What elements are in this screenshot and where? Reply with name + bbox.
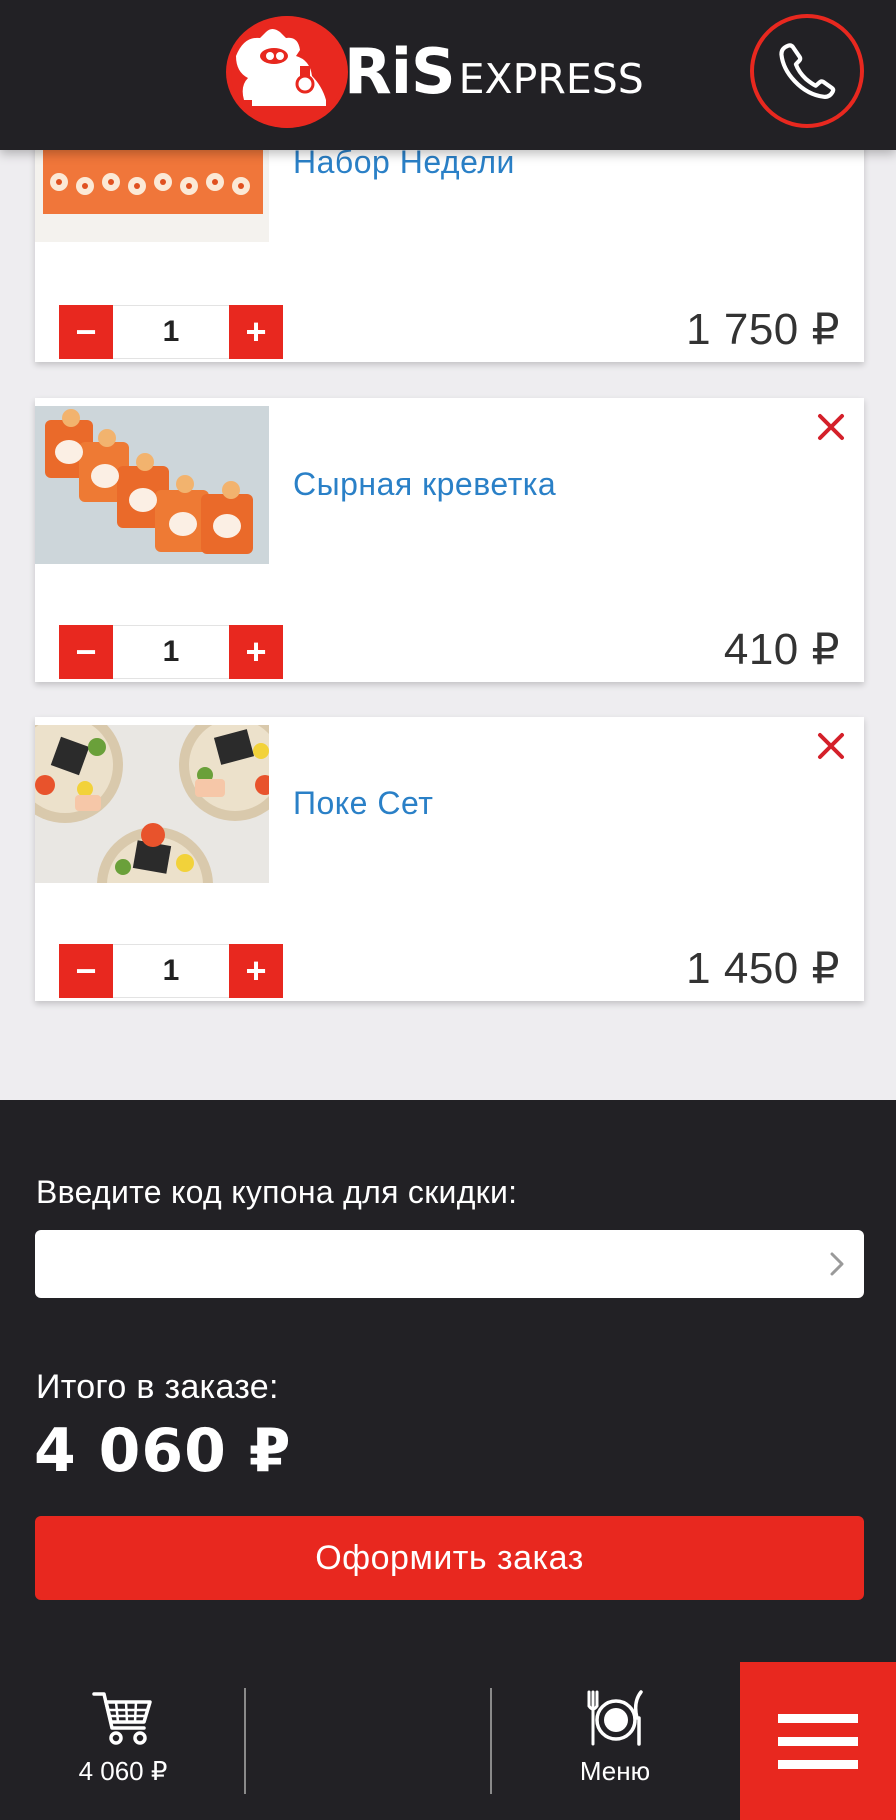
plate-cutlery-icon (587, 1690, 643, 1746)
total-label: Итого в заказе: (36, 1368, 279, 1406)
quantity-stepper: − 1 + (59, 944, 283, 998)
place-order-button[interactable]: Оформить заказ (35, 1516, 864, 1600)
phone-icon (779, 43, 836, 99)
logo-emblem (226, 16, 348, 128)
cart-item: Поке Сет − 1 + 1 450 ₽ (35, 717, 864, 1001)
product-price: 1 750 ₽ (686, 305, 840, 354)
increase-quantity-button[interactable]: + (229, 305, 283, 359)
close-icon (818, 733, 844, 759)
hamburger-icon (778, 1713, 858, 1723)
ris-express-logo[interactable]: RiS EXPRESS (226, 16, 644, 128)
decrease-quantity-button[interactable]: − (59, 625, 113, 679)
nav-divider (244, 1688, 246, 1794)
remove-item-button[interactable] (812, 408, 850, 446)
logo-text-ris: RiS (344, 35, 456, 108)
quantity-value[interactable]: 1 (113, 944, 229, 998)
logo-text-express: EXPRESS (458, 54, 644, 103)
quantity-stepper: − 1 + (59, 625, 283, 679)
apply-coupon-button[interactable] (822, 1248, 852, 1280)
product-price: 1 450 ₽ (686, 944, 840, 993)
decrease-quantity-button[interactable]: − (59, 305, 113, 359)
bottom-navigation: 4 060 ₽ Меню (0, 1662, 896, 1820)
chevron-right-icon (830, 1252, 844, 1276)
product-image (35, 146, 269, 242)
nav-menu[interactable]: Меню (560, 1688, 670, 1808)
product-image (35, 725, 269, 883)
shopping-cart-icon (92, 1692, 152, 1745)
call-button[interactable] (750, 14, 864, 128)
product-image (35, 406, 269, 564)
hamburger-icon (778, 1759, 858, 1769)
quantity-value[interactable]: 1 (113, 625, 229, 679)
increase-quantity-button[interactable]: + (229, 944, 283, 998)
increase-quantity-button[interactable]: + (229, 625, 283, 679)
decrease-quantity-button[interactable]: − (59, 944, 113, 998)
nav-menu-label: Меню (579, 1756, 651, 1786)
product-title[interactable]: Поке Сет (293, 785, 433, 822)
nav-cart[interactable]: 4 060 ₽ (50, 1688, 196, 1808)
hamburger-icon (778, 1736, 858, 1746)
close-icon (818, 414, 844, 440)
cart-item: Сырная креветка − 1 + 410 ₽ (35, 398, 864, 682)
quantity-stepper: − 1 + (59, 305, 283, 359)
nav-cart-total: 4 060 ₽ (78, 1756, 168, 1786)
product-title[interactable]: Сырная креветка (293, 466, 556, 503)
coupon-input[interactable] (35, 1230, 864, 1298)
product-price: 410 ₽ (723, 625, 840, 674)
remove-item-button[interactable] (812, 727, 850, 765)
hamburger-menu-button[interactable] (740, 1662, 896, 1820)
quantity-value[interactable]: 1 (113, 305, 229, 359)
nav-divider (490, 1688, 492, 1794)
coupon-label: Введите код купона для скидки: (36, 1174, 518, 1210)
total-value: 4 060 ₽ (34, 1416, 292, 1486)
app-header: RiS EXPRESS (0, 0, 896, 150)
